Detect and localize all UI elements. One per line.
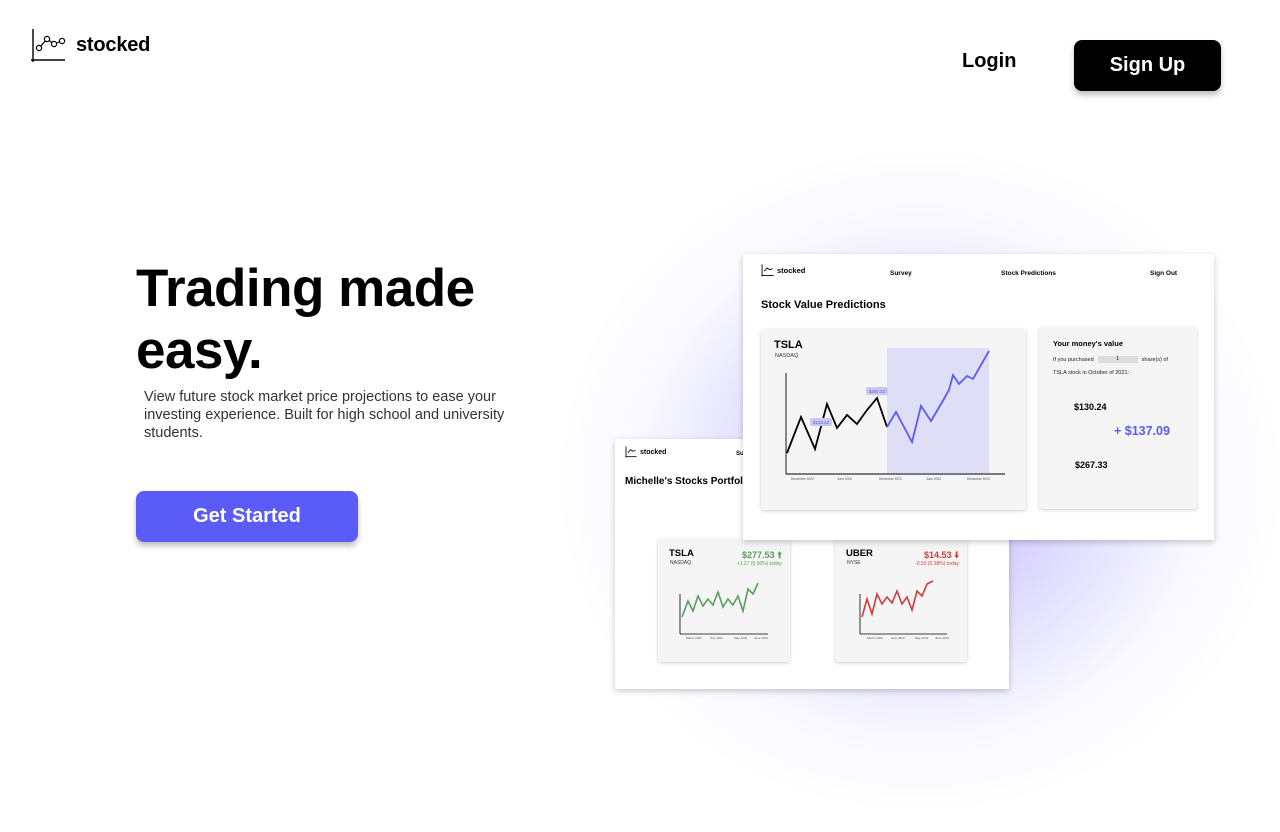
- svg-text:June 2023: June 2023: [754, 636, 768, 640]
- predictions-title: Stock Value Predictions: [761, 299, 886, 311]
- brand-name: stocked: [76, 33, 151, 56]
- stock-card-tsla: TSLA NASDAQ $277.53 🠩 +1.27 (0.50%) toda…: [658, 539, 790, 662]
- tooltip-low-label: $133.42: [813, 420, 830, 425]
- hero-subtitle: View future stock market price projectio…: [144, 389, 505, 441]
- money-value-card: Your money's value If you purchased 1 shar…: [1039, 327, 1197, 509]
- current-value: $267.33: [1075, 460, 1108, 470]
- money-title: Your money's value: [1053, 339, 1124, 348]
- preview-nav-survey: Survey: [890, 270, 912, 277]
- tooltip-high-label: $267.33: [869, 389, 886, 394]
- preview-brand-name: stocked: [777, 266, 806, 275]
- preview-nav-stock-predictions: Stock Predictions: [1001, 270, 1056, 277]
- money-line-suffix: share(s) of: [1141, 356, 1168, 363]
- signup-button[interactable]: Sign Up: [1074, 40, 1221, 91]
- preview-brand-logo: stocked: [761, 264, 805, 277]
- svg-text:June 2024: June 2024: [926, 477, 941, 481]
- hero-title: Trading made easy.: [136, 258, 566, 382]
- brand-logo[interactable]: stocked: [30, 28, 150, 64]
- money-line-prefix: If you purchased: [1053, 356, 1094, 363]
- hero-title-line1: Trading made: [136, 259, 475, 318]
- predictions-preview-card: stocked Survey Stock Predictions Sign Ou…: [743, 254, 1214, 540]
- purchase-value: $130.24: [1074, 402, 1107, 412]
- svg-text:December 2022: December 2022: [791, 477, 814, 481]
- svg-text:March 2021: March 2021: [686, 636, 702, 640]
- gain-value: + $137.09: [1114, 424, 1170, 438]
- stock-card-uber: UBER NYSE $14.53 🠫 -0.50 (0.38%) today M…: [835, 539, 967, 662]
- money-line-2: TSLA stock in October of 2021:: [1053, 370, 1130, 376]
- portfolio-title: Michelle's Stocks Portfolio: [625, 476, 752, 487]
- get-started-button[interactable]: Get Started: [136, 491, 358, 542]
- svg-text:May 2023: May 2023: [915, 636, 929, 640]
- shares-input[interactable]: 1: [1097, 356, 1138, 363]
- chart-logo-icon: [761, 264, 774, 277]
- prediction-chart-card: TSLA NASDAQ $133.42 $267.33 December 202…: [761, 329, 1026, 510]
- stock-line-chart: March 2023 April 2023 May 2023 June 2023: [859, 580, 949, 640]
- chart-logo-icon: [625, 446, 637, 458]
- preview-nav-sign-out: Sign Out: [1150, 270, 1178, 277]
- svg-text:July 2021: July 2021: [710, 636, 723, 640]
- chart-logo-icon: [31, 29, 66, 62]
- svg-text:June 2023: June 2023: [837, 477, 852, 481]
- svg-text:June 2023: June 2023: [935, 636, 949, 640]
- svg-text:May 2023: May 2023: [734, 636, 748, 640]
- preview-brand-name: stocked: [640, 448, 667, 456]
- money-purchase-line: If you purchased 1 share(s) of: [1053, 356, 1168, 363]
- svg-text:March 2023: March 2023: [867, 636, 883, 640]
- stock-line-chart: March 2021 July 2021 May 2023 June 2023: [679, 582, 768, 640]
- svg-text:December 2023: December 2023: [879, 477, 902, 481]
- login-link[interactable]: Login: [962, 50, 1016, 73]
- prediction-line-chart: $133.42 $267.33 December 2022 June 2023 D…: [785, 348, 1005, 481]
- svg-text:April 2023: April 2023: [891, 636, 905, 640]
- preview-brand-logo: stocked: [625, 446, 666, 458]
- hero-title-line2: easy.: [136, 321, 263, 380]
- svg-text:December 2024: December 2024: [967, 477, 990, 481]
